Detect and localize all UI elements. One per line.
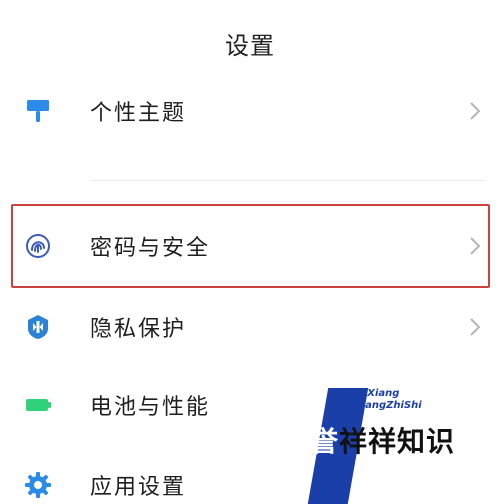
settings-item-label: 应用设置: [90, 475, 187, 500]
paint-roller-icon: [24, 97, 52, 125]
battery-icon: [24, 391, 52, 419]
watermark-latin: YuXiang XiangZhiShi: [354, 388, 422, 411]
settings-item-theme[interactable]: 个性主题: [0, 80, 500, 142]
chevron-right-icon: [468, 316, 482, 338]
settings-item-password-security[interactable]: 密码与安全: [0, 215, 500, 277]
settings-item-label: 电池与性能: [90, 395, 211, 420]
watermark-logo: YuXiang XiangZhiShi 誉祥祥知识: [307, 382, 500, 504]
settings-item-label: 个性主题: [90, 101, 187, 126]
settings-item-label: 隐私保护: [90, 317, 187, 342]
page-title: 设置: [225, 32, 275, 60]
shield-icon: [24, 313, 52, 341]
watermark-chinese: 誉祥祥知识: [310, 425, 456, 458]
chevron-right-icon: [468, 235, 482, 257]
gear-icon: [24, 471, 52, 499]
settings-item-label: 密码与安全: [90, 236, 211, 261]
section-divider: [90, 180, 486, 181]
settings-item-privacy[interactable]: 隐私保护: [0, 296, 500, 358]
fingerprint-icon: [24, 232, 52, 260]
chevron-right-icon: [468, 100, 482, 122]
